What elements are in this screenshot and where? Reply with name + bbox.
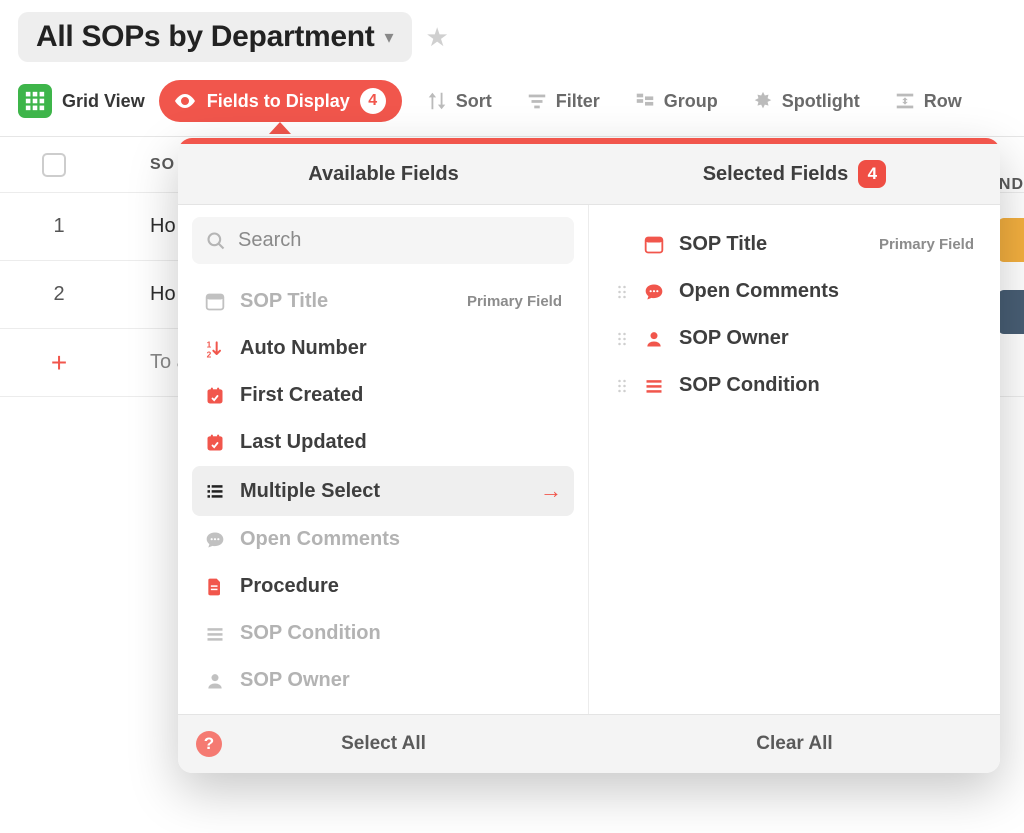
filter-icon [526, 90, 548, 112]
sort-button[interactable]: Sort [416, 84, 502, 118]
star-icon[interactable]: ★ [426, 22, 449, 53]
select-all-button[interactable]: ? Select All [178, 715, 589, 773]
primary-field-tag: Primary Field [879, 236, 974, 253]
caret-down-icon: ▾ [385, 27, 394, 48]
list-icon [204, 481, 226, 501]
comment-icon [204, 530, 226, 550]
field-label: Open Comments [679, 280, 974, 303]
field-label: SOP Title [240, 290, 453, 313]
calendar-icon [204, 386, 226, 406]
autonum-icon [204, 339, 226, 359]
selected-fields-header: Selected Fields 4 [589, 144, 1000, 204]
drag-handle-icon[interactable] [615, 378, 629, 394]
available-field-item: SOP Owner [192, 657, 574, 704]
lines-icon [643, 376, 665, 396]
spotlight-icon [752, 90, 774, 112]
search-placeholder: Search [238, 229, 301, 252]
selected-field-item[interactable]: Open Comments [603, 268, 986, 315]
plus-icon: + [14, 347, 104, 379]
user-icon [643, 329, 665, 349]
field-label: SOP Condition [240, 622, 562, 645]
calendar-icon [204, 433, 226, 453]
view-toolbar: Grid View Fields to Display 4 Sort Filte… [0, 68, 1024, 134]
spotlight-label: Spotlight [782, 91, 860, 112]
fields-to-display-button[interactable]: Fields to Display 4 [159, 80, 402, 122]
status-badge [998, 290, 1024, 334]
field-label: Multiple Select [240, 480, 526, 503]
field-label: Last Updated [240, 431, 562, 454]
row-index: 1 [14, 215, 104, 238]
field-label: SOP Owner [679, 327, 974, 350]
filter-label: Filter [556, 91, 600, 112]
group-icon [634, 90, 656, 112]
field-label: Procedure [240, 575, 562, 598]
grid-view-button[interactable]: Grid View [18, 84, 145, 118]
doc-icon [204, 577, 226, 597]
filter-button[interactable]: Filter [516, 84, 610, 118]
field-search-input[interactable]: Search [192, 217, 574, 264]
field-label: SOP Condition [679, 374, 974, 397]
window-icon [643, 235, 665, 255]
group-label: Group [664, 91, 718, 112]
fields-to-display-label: Fields to Display [207, 91, 350, 112]
search-icon [206, 231, 226, 251]
row-height-button[interactable]: Row [884, 84, 972, 118]
clear-all-button[interactable]: Clear All [589, 715, 1000, 773]
drag-handle-icon[interactable] [615, 331, 629, 347]
available-field-item[interactable]: Multiple Select → [192, 466, 574, 516]
table-title: All SOPs by Department [36, 20, 375, 54]
sort-label: Sort [456, 91, 492, 112]
help-icon[interactable]: ? [196, 731, 222, 757]
field-label: SOP Title [679, 233, 865, 256]
grid-icon [18, 84, 52, 118]
arrow-right-icon: → [540, 478, 562, 504]
field-label: First Created [240, 384, 562, 407]
row-height-icon [894, 90, 916, 112]
selected-fields-column: SOP Title Primary Field Open Comments SO… [589, 205, 1000, 714]
available-field-item: SOP Title Primary Field [192, 278, 574, 325]
available-fields-column: Search SOP Title Primary Field Auto Numb… [178, 205, 589, 714]
user-icon [204, 671, 226, 691]
selected-field-item[interactable]: SOP Title Primary Field [603, 221, 986, 268]
table-title-dropdown[interactable]: All SOPs by Department ▾ [18, 12, 412, 62]
field-label: Auto Number [240, 337, 562, 360]
available-field-item[interactable]: Procedure [192, 563, 574, 610]
field-label: SOP Owner [240, 669, 562, 692]
grid-view-label: Grid View [62, 91, 145, 112]
fields-count-badge: 4 [360, 88, 386, 114]
available-field-item[interactable]: First Created [192, 372, 574, 419]
available-field-item: Open Comments [192, 516, 574, 563]
status-badge [998, 218, 1024, 262]
window-icon [204, 292, 226, 312]
selected-field-item[interactable]: SOP Condition [603, 362, 986, 409]
row-height-label: Row [924, 91, 962, 112]
right-edge-cells [998, 158, 1024, 334]
group-button[interactable]: Group [624, 84, 728, 118]
available-field-item[interactable]: Last Updated [192, 419, 574, 466]
eye-icon [173, 89, 197, 113]
drag-handle-icon[interactable] [615, 284, 629, 300]
spotlight-button[interactable]: Spotlight [742, 84, 870, 118]
field-label: Open Comments [240, 528, 562, 551]
available-field-item[interactable]: Auto Number [192, 325, 574, 372]
available-field-item: SOP Condition [192, 610, 574, 657]
selected-count-badge: 4 [858, 160, 886, 188]
selected-field-item[interactable]: SOP Owner [603, 315, 986, 362]
sort-icon [426, 90, 448, 112]
primary-field-tag: Primary Field [467, 293, 562, 310]
fields-popover: Available Fields Selected Fields 4 Searc… [178, 138, 1000, 773]
lines-icon [204, 624, 226, 644]
row-index: 2 [14, 283, 104, 306]
select-all-checkbox[interactable] [42, 153, 66, 177]
comment-icon [643, 282, 665, 302]
available-fields-header: Available Fields [178, 144, 589, 204]
